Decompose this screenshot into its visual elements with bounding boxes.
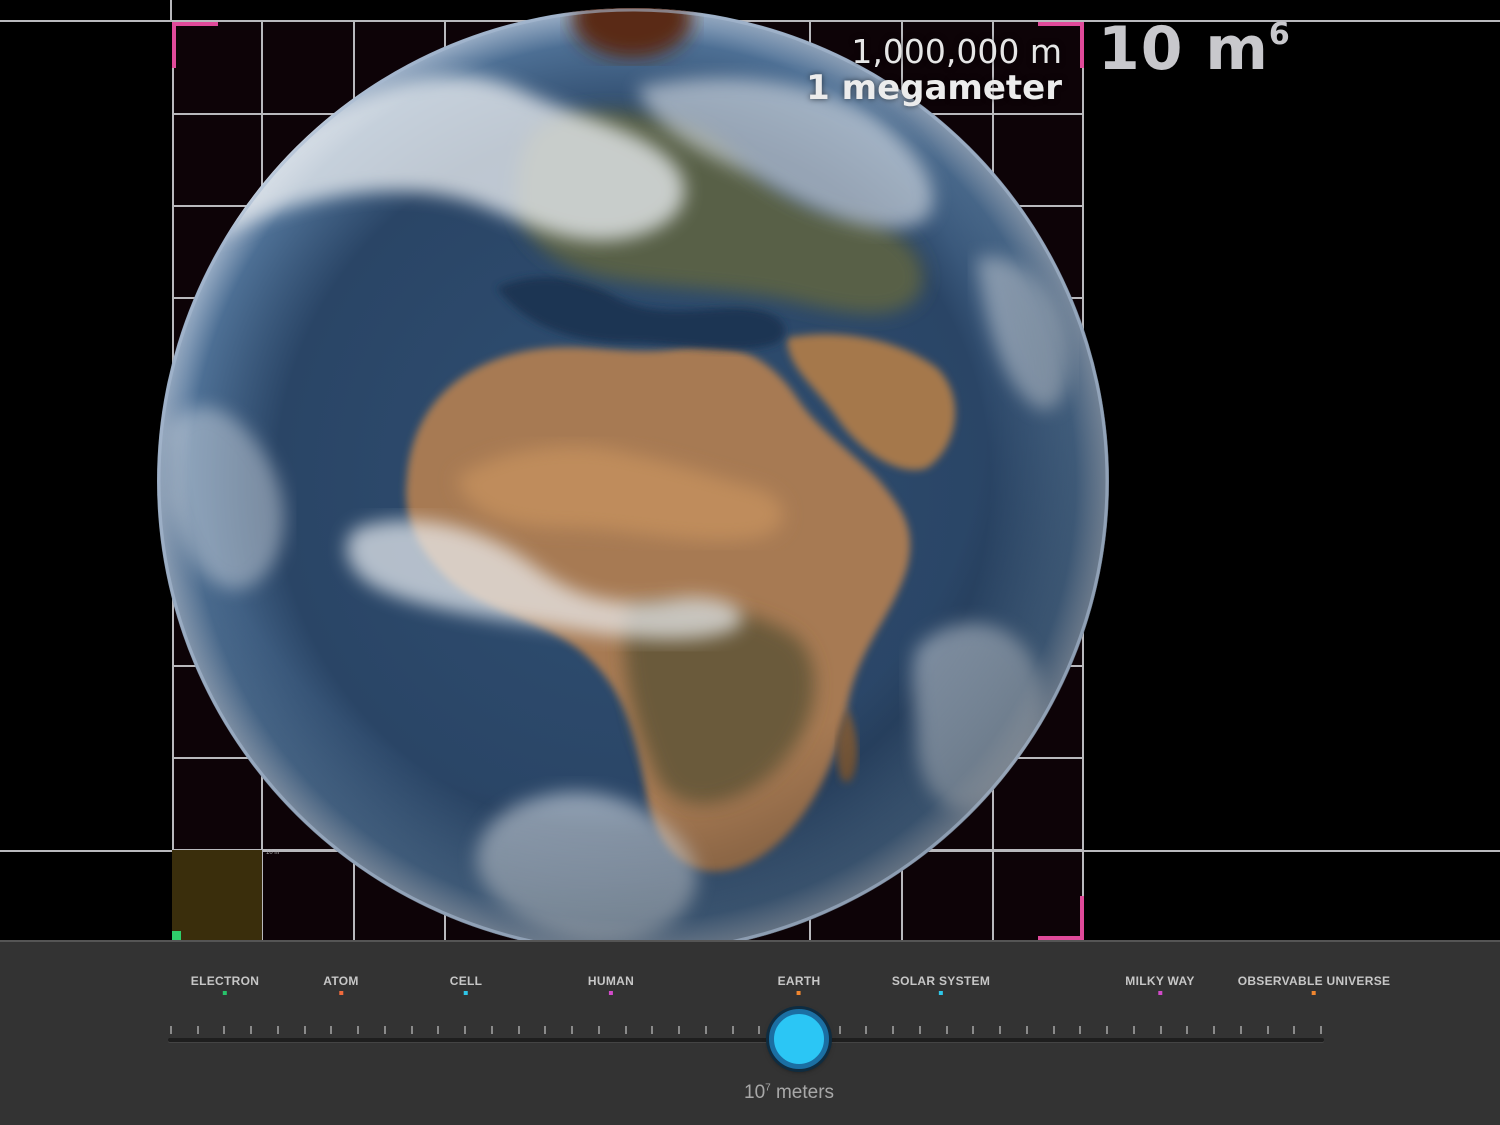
scale-power-title: 10 m6: [1098, 14, 1291, 84]
scale-tick: [276, 1026, 279, 1034]
landmark-dot: [939, 991, 943, 995]
value-unit: meters: [775, 1082, 835, 1103]
scale-slider-track[interactable]: [168, 1038, 1324, 1042]
landmark-label: HUMAN: [587, 974, 635, 988]
corner-bracket-top-left-h: [172, 22, 218, 26]
landmark-dot: [1157, 991, 1162, 995]
scale-tick: [490, 1026, 493, 1034]
scale-exponent: 6: [1268, 17, 1291, 52]
scale-tick: [651, 1026, 654, 1034]
scale-tick: [1293, 1026, 1296, 1034]
scale-tick: [196, 1026, 199, 1034]
scale-tick: [1079, 1026, 1082, 1034]
scale-tick: [223, 1026, 226, 1034]
scale-tick: [1159, 1026, 1162, 1034]
corner-bracket-top-right-v: [1080, 22, 1084, 68]
landmark-dot: [1312, 991, 1316, 995]
scale-tick: [1239, 1026, 1242, 1034]
scale-ticks: [170, 1026, 1322, 1034]
scale-tick: [892, 1026, 895, 1034]
landmark-atom[interactable]: ATOM: [323, 974, 358, 995]
scale-tick: [1186, 1026, 1189, 1034]
scale-tick: [517, 1026, 520, 1034]
scale-tick: [170, 1026, 172, 1034]
scale-value-readout: 107 meters: [744, 1082, 834, 1104]
scale-tick: [678, 1026, 681, 1034]
scale-tick: [383, 1026, 386, 1034]
unit-name-label: 1 megameter: [806, 68, 1062, 108]
landmark-observable-universe[interactable]: OBSERVABLE UNIVERSE: [1238, 974, 1391, 995]
scale-tick: [1025, 1026, 1028, 1034]
value-exponent: 7: [765, 1082, 771, 1094]
scale-control-panel: ELECTRON ATOM CELL HUMAN EARTH SOLAR SYS…: [0, 940, 1500, 1125]
scale-tick: [544, 1026, 547, 1034]
landmark-milky-way[interactable]: MILKY WAY: [1125, 974, 1194, 995]
scale-tick: [704, 1026, 707, 1034]
scale-tick: [597, 1026, 600, 1034]
landmark-label: SOLAR SYSTEM: [891, 974, 991, 988]
scale-tick: [838, 1026, 841, 1034]
landmark-dot: [223, 991, 227, 995]
landmark-dot: [464, 991, 468, 995]
scale-tick: [1266, 1026, 1269, 1034]
scale-tick: [1052, 1026, 1055, 1034]
meters-value-label: 1,000,000 m: [851, 32, 1062, 71]
landmark-dot: [608, 991, 613, 995]
landmark-label: MILKY WAY: [1125, 974, 1195, 988]
scale-tick: [731, 1026, 734, 1034]
value-base: 10: [744, 1082, 766, 1103]
landmark-cell[interactable]: CELL: [450, 974, 483, 995]
scale-tick: [945, 1026, 948, 1034]
landmark-label: ELECTRON: [190, 974, 260, 988]
scale-tick: [999, 1026, 1002, 1034]
landmark-dot: [338, 991, 343, 995]
landmark-solar-system[interactable]: SOLAR SYSTEM: [892, 974, 990, 995]
landmark-human[interactable]: HUMAN: [588, 974, 634, 995]
landmark-label: EARTH: [777, 974, 821, 988]
scale-tick: [303, 1026, 306, 1034]
scale-tick: [250, 1026, 253, 1034]
corner-bracket-top-right-h: [1038, 22, 1084, 26]
landmark-electron[interactable]: ELECTRON: [191, 974, 259, 995]
scale-tick: [1132, 1026, 1135, 1034]
scale-viewport: 10 m 1,000,000 m 1 megameter 10 m6: [0, 0, 1500, 940]
scale-tick: [758, 1026, 761, 1034]
scale-tick: [918, 1026, 921, 1034]
scale-tick: [357, 1026, 360, 1034]
scale-tick: [972, 1026, 975, 1034]
scale-tick: [1213, 1026, 1216, 1034]
scale-tick: [330, 1026, 333, 1034]
scale-tick: [464, 1026, 467, 1034]
earth-globe: [157, 8, 1109, 940]
scale-base: 10 m: [1098, 14, 1269, 84]
scale-tick: [865, 1026, 868, 1034]
scale-tick: [437, 1026, 440, 1034]
scale-slider-thumb[interactable]: [769, 1009, 829, 1069]
scale-tick: [1320, 1026, 1322, 1034]
corner-bracket-bottom-right-v: [1080, 896, 1084, 940]
landmark-dot: [797, 991, 801, 995]
landmark-earth[interactable]: EARTH: [778, 974, 821, 995]
corner-bracket-top-left-v: [172, 22, 176, 68]
scale-tick: [410, 1026, 413, 1034]
scale-tick: [571, 1026, 574, 1034]
landmark-label: OBSERVABLE UNIVERSE: [1237, 974, 1391, 988]
landmark-label: ATOM: [323, 974, 359, 988]
scale-tick: [624, 1026, 627, 1034]
landmark-label: CELL: [449, 974, 483, 988]
scale-tick: [1106, 1026, 1109, 1034]
